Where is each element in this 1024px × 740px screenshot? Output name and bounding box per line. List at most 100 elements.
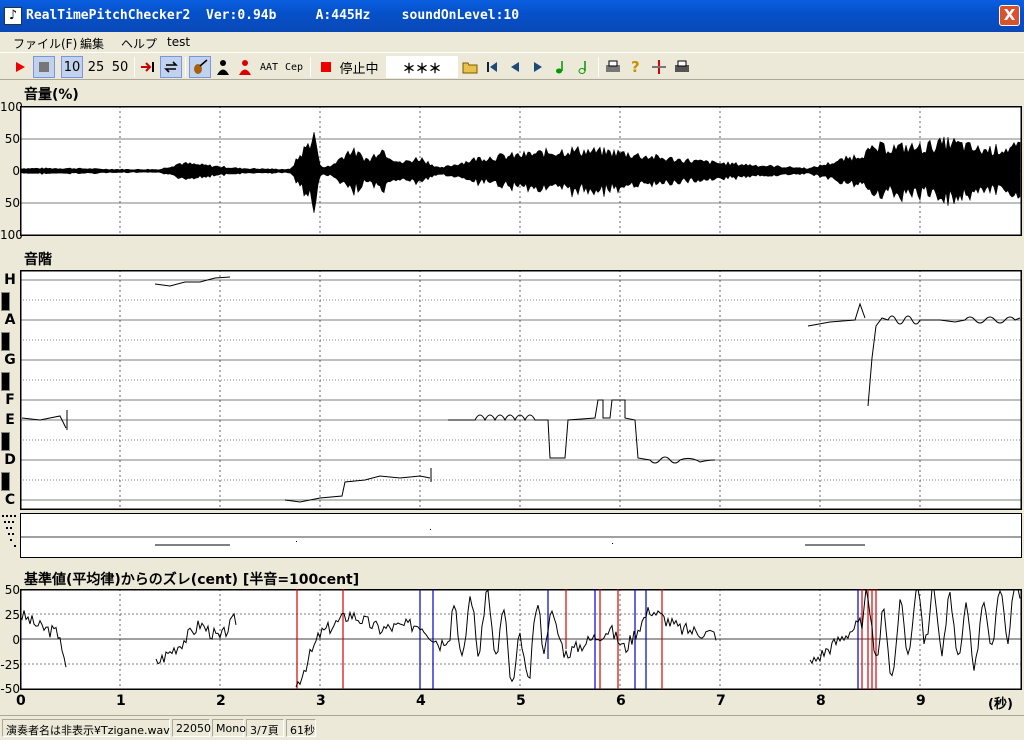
sharp-key [1,372,10,391]
volume-tick: 0 [12,164,20,178]
deviation-chart [20,589,1022,690]
volume-tick: 100 [0,228,23,242]
status-rate: 22050 [172,719,211,737]
arrow-left-icon [511,62,519,72]
time-tick-label: 2 [216,693,226,709]
arrow-right-icon [534,62,542,72]
time-tick-label: 8 [816,693,826,709]
menu-help[interactable]: ヘルプ [121,35,157,52]
status-channels: Mono [212,719,246,737]
printer-icon [606,60,620,72]
stop-red-icon [321,62,331,72]
note-green-button[interactable] [551,56,571,78]
jump-end-button[interactable] [138,56,158,78]
note-label-d: D [4,452,16,468]
arrow-to-end-icon [141,62,154,72]
note-label-e: E [5,412,15,428]
sharp-key [1,432,10,451]
menu-test[interactable]: test [167,35,190,49]
stop-icon [39,62,49,72]
time-tick-label: 5 [516,693,526,709]
play-button[interactable] [10,56,30,78]
deviation-title: 基準値(平均律)からのズレ(cent) [半音=100cent] [24,572,360,588]
printer-icon [675,60,689,72]
deviation-tick: 50 [4,583,20,597]
volume-title: 音量(%) [24,87,79,103]
print-setup-button[interactable] [672,56,692,78]
music-note-outline-icon [578,61,586,74]
loop-button[interactable] [160,56,182,78]
prev-button[interactable] [505,56,525,78]
print-button[interactable] [603,56,623,78]
volume-tick: 50 [4,132,20,146]
note-label-g: G [4,352,16,368]
volume-tick: 100 [0,100,23,114]
note-label-h: H [4,272,16,288]
app-icon[interactable]: ♪ [4,7,22,25]
skip-start-icon [487,62,497,72]
time-tick-label: 9 [916,693,926,709]
speed-25-button[interactable]: 25 [85,56,107,78]
volume-waveform-chart [20,106,1022,236]
time-tick-label: 1 [116,693,126,709]
time-tick-label: 7 [716,693,726,709]
toolbar-separator [185,57,186,77]
svg-text:?: ? [631,59,640,75]
pitch-readout: ＊＊＊ [386,56,458,78]
menu-edit[interactable]: 編集 [80,35,104,52]
marker-button[interactable] [649,56,669,78]
close-button[interactable]: X [999,5,1020,26]
play-icon [16,62,25,72]
sharp-key [1,332,10,351]
note-label-a: A [4,312,16,328]
time-tick-label: 4 [416,693,426,709]
time-tick-label: 6 [616,693,626,709]
status-length: 61秒 [286,719,316,737]
marker-strip [2,513,1022,558]
toolbar-separator [134,57,135,77]
status-file: 演奏者名は非表示¥Tzigane.wav [2,719,170,737]
cep-button[interactable]: Cep [282,56,306,78]
speed-10-button[interactable]: 10 [61,56,83,78]
person-icon [217,60,229,75]
toolbar-separator [598,57,599,77]
deviation-tick: -25 [0,658,20,672]
menu-file[interactable]: ファイル(F) [13,35,77,52]
status-page: 3/7頁 [246,719,284,737]
speed-50-button[interactable]: 50 [109,56,131,78]
time-tick-label: 0 [16,693,26,709]
deviation-tick: 0 [12,633,20,647]
aat-button[interactable]: AAT [257,56,281,78]
volume-tick: 50 [4,196,20,210]
singer-female-button[interactable] [235,56,255,78]
question-icon: ? [631,59,640,75]
next-button[interactable] [528,56,548,78]
note-outline-button[interactable] [574,56,594,78]
menu-bar: ファイル(F) 編集 ヘルプ test [0,32,1024,52]
loop-icon [164,61,178,73]
violin-button[interactable] [189,56,211,78]
note-label-f: F [5,392,15,408]
toolbar-separator [310,57,311,77]
singer-male-button[interactable] [213,56,233,78]
music-note-icon [556,61,563,74]
sharp-key [1,292,10,311]
help-button[interactable]: ? [626,56,646,78]
title-bar: ♪ RealTimePitchChecker2 Ver:0.94b A:445H… [0,0,1024,32]
person-red-icon [239,60,251,75]
folder-open-icon [462,62,478,74]
open-button[interactable] [460,56,480,78]
time-unit-label: (秒) [988,697,1013,712]
status-label: 停止中 [339,61,379,77]
skip-first-button[interactable] [482,56,502,78]
window-title: RealTimePitchChecker2 Ver:0.94b A:445Hz … [26,8,520,23]
crosshair-icon [652,60,666,74]
violin-icon [194,59,208,74]
deviation-tick: 25 [4,608,20,622]
scale-title: 音階 [24,252,52,268]
stop-button[interactable] [33,56,55,78]
status-bar: 演奏者名は非表示¥Tzigane.wav 22050 Mono 3/7頁 61秒 [0,715,1024,740]
time-tick-label: 3 [316,693,326,709]
sharp-key [1,472,10,491]
record-stop-button[interactable] [317,56,335,78]
